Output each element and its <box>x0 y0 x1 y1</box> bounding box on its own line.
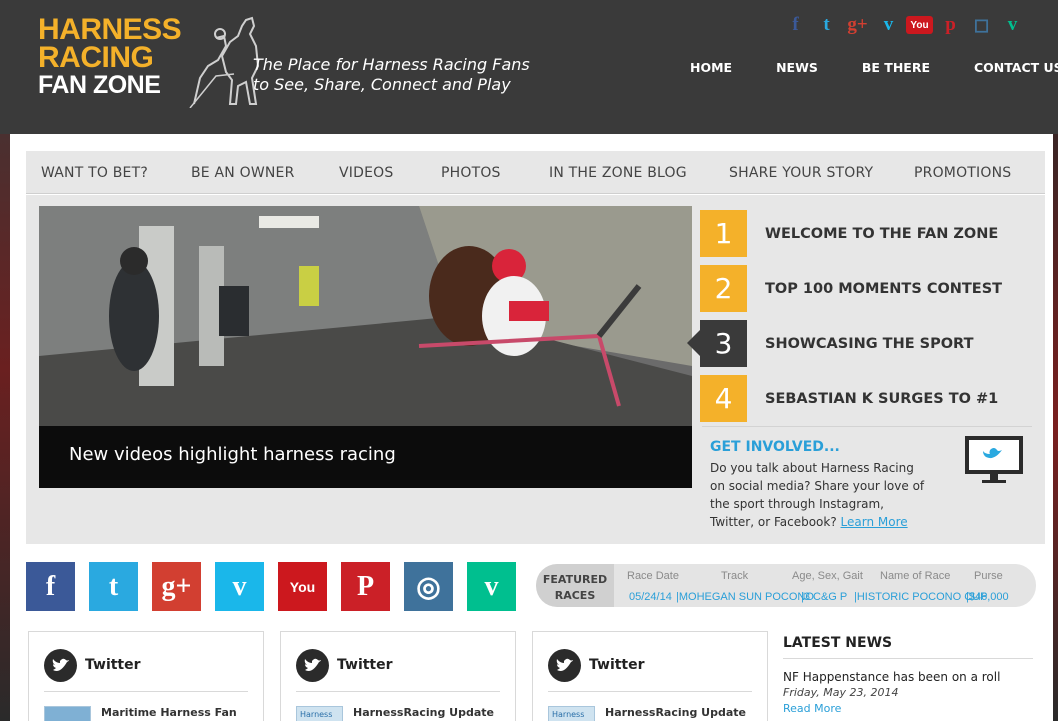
tweet-thumbnail: Harness <box>296 706 343 721</box>
top-navigation: HOME NEWS BE THERE CONTACT US <box>690 60 1058 75</box>
twitter-tile[interactable]: t <box>89 562 138 611</box>
slide-title: WELCOME TO THE FAN ZONE <box>765 225 999 242</box>
subnav-in-the-zone-blog[interactable]: IN THE ZONE BLOG <box>549 165 687 181</box>
instagram-icon[interactable]: ◻ <box>968 12 995 38</box>
slide-number: 3 <box>700 320 747 367</box>
background-strip-right <box>1053 134 1058 721</box>
slide-number: 2 <box>700 265 747 312</box>
nav-news[interactable]: NEWS <box>776 60 818 75</box>
social-tiles: f t g+ v You P ◎ v <box>26 562 516 611</box>
twitter-icon[interactable] <box>44 649 77 682</box>
slide-item-4[interactable]: 4 SEBASTIAN K SURGES TO #1 <box>700 371 1030 426</box>
facebook-icon[interactable]: f <box>782 12 809 38</box>
twitter-card-3: Twitter Harness HarnessRacing Update <box>532 631 768 721</box>
news-divider <box>783 658 1033 659</box>
nav-contact-us[interactable]: CONTACT US <box>974 60 1058 75</box>
tweet-thumbnail: Harness <box>548 706 595 721</box>
race-purse-value[interactable]: |$46,000 <box>966 591 1009 603</box>
card-divider <box>548 691 752 692</box>
featured-races-label: FEATURED RACES <box>536 564 614 607</box>
col-header-age-sex-gait: Age, Sex, Gait <box>792 570 863 582</box>
twitter-card-1: Twitter Maritime Harness Fan <box>28 631 264 721</box>
subnav-promotions[interactable]: PROMOTIONS <box>914 165 1011 181</box>
tweet-author[interactable]: HarnessRacing Update <box>605 706 746 719</box>
vimeo-icon[interactable]: v <box>875 12 902 38</box>
subnav-want-to-bet[interactable]: WANT TO BET? <box>41 165 148 181</box>
learn-more-link[interactable]: Learn More <box>841 515 908 529</box>
slide-list: 1 WELCOME TO THE FAN ZONE 2 TOP 100 MOME… <box>687 206 1030 426</box>
tagline-line-1: The Place for Harness Racing Fans <box>253 55 530 74</box>
main-content: WANT TO BET? BE AN OWNER VIDEOS PHOTOS I… <box>10 134 1053 721</box>
secondary-navigation: WANT TO BET? BE AN OWNER VIDEOS PHOTOS I… <box>26 151 1045 194</box>
vine-icon[interactable]: v <box>999 12 1026 38</box>
site-header: HARNESS RACING FAN ZONE The Place for Ha… <box>0 0 1058 134</box>
card-title: Twitter <box>85 657 141 673</box>
active-slide-pointer <box>687 330 700 356</box>
slide-item-3[interactable]: 3 SHOWCASING THE SPORT <box>687 316 1030 371</box>
twitter-icon[interactable]: t <box>813 12 840 38</box>
facebook-tile[interactable]: f <box>26 562 75 611</box>
featured-label-line-2: RACES <box>554 589 596 602</box>
tweet-author[interactable]: HarnessRacing Update <box>353 706 494 719</box>
pinterest-icon[interactable]: p <box>937 12 964 38</box>
twitter-tv-icon <box>965 436 1023 483</box>
subnav-share-your-story[interactable]: SHARE YOUR STORY <box>729 165 873 181</box>
col-header-purse: Purse <box>974 570 1003 582</box>
background-strip-left <box>0 134 10 721</box>
read-more-link[interactable]: Read More <box>783 702 841 715</box>
card-divider <box>296 691 500 692</box>
tweet-thumbnail <box>44 706 91 721</box>
googleplus-tile[interactable]: g+ <box>152 562 201 611</box>
header-social-icons: f t g+ v You p ◻ v <box>782 12 1026 38</box>
slide-number: 1 <box>700 210 747 257</box>
youtube-icon[interactable]: You <box>906 16 933 34</box>
instagram-tile[interactable]: ◎ <box>404 562 453 611</box>
featured-races-bar: FEATURED RACES Race Date Track Age, Sex,… <box>536 564 1036 607</box>
latest-news-title: LATEST NEWS <box>783 635 893 651</box>
twitter-icon[interactable] <box>296 649 329 682</box>
slide-item-2[interactable]: 2 TOP 100 MOMENTS CONTEST <box>700 261 1030 316</box>
card-divider <box>44 691 248 692</box>
nav-be-there[interactable]: BE THERE <box>862 60 930 75</box>
race-track-value[interactable]: |MOHEGAN SUN POCONO <box>676 591 814 603</box>
hero-slideshow[interactable]: New videos highlight harness racing <box>39 206 692 488</box>
nav-home[interactable]: HOME <box>690 60 732 75</box>
hero-caption: New videos highlight harness racing <box>69 444 396 465</box>
hero-image <box>39 206 692 426</box>
twitter-icon[interactable] <box>548 649 581 682</box>
slide-number: 4 <box>700 375 747 422</box>
card-title: Twitter <box>337 657 393 673</box>
hero-caption-bar: New videos highlight harness racing <box>39 426 692 488</box>
get-involved-text: Do you talk about Harness Racing on soci… <box>710 459 930 531</box>
slide-item-1[interactable]: 1 WELCOME TO THE FAN ZONE <box>700 206 1030 261</box>
vine-tile[interactable]: v <box>467 562 516 611</box>
slide-title: SEBASTIAN K SURGES TO #1 <box>765 390 999 407</box>
youtube-tile[interactable]: You <box>278 562 327 611</box>
slide-title: SHOWCASING THE SPORT <box>765 335 974 352</box>
col-header-race-date: Race Date <box>627 570 679 582</box>
pinterest-tile[interactable]: P <box>341 562 390 611</box>
twitter-card-2: Twitter Harness HarnessRacing Update <box>280 631 516 721</box>
subnav-photos[interactable]: PHOTOS <box>441 165 501 181</box>
tweet-author[interactable]: Maritime Harness Fan <box>101 706 237 719</box>
card-title: Twitter <box>589 657 645 673</box>
news-item-title[interactable]: NF Happenstance has been on a roll <box>783 670 1033 684</box>
slide-title: TOP 100 MOMENTS CONTEST <box>765 280 1003 297</box>
featured-label-line-1: FEATURED <box>542 573 608 586</box>
news-item-date: Friday, May 23, 2014 <box>783 686 899 699</box>
latest-news: LATEST NEWS NF Happenstance has been on … <box>783 631 1033 717</box>
get-involved-box: GET INVOLVED... Do you talk about Harnes… <box>702 426 1032 531</box>
googleplus-icon[interactable]: g+ <box>844 12 871 38</box>
subnav-videos[interactable]: VIDEOS <box>339 165 393 181</box>
col-header-race-name: Name of Race <box>880 570 951 582</box>
vimeo-tile[interactable]: v <box>215 562 264 611</box>
tagline-line-2: to See, Share, Connect and Play <box>253 75 511 94</box>
site-tagline: The Place for Harness Racing Fans to See… <box>253 55 530 95</box>
race-date-value[interactable]: 05/24/14 <box>629 591 672 603</box>
race-class-value[interactable]: |3 C&G P <box>801 591 847 603</box>
col-header-track: Track <box>721 570 749 582</box>
site-logo[interactable]: HARNESS RACING FAN ZONE <box>38 15 260 108</box>
subnav-be-an-owner[interactable]: BE AN OWNER <box>191 165 295 181</box>
